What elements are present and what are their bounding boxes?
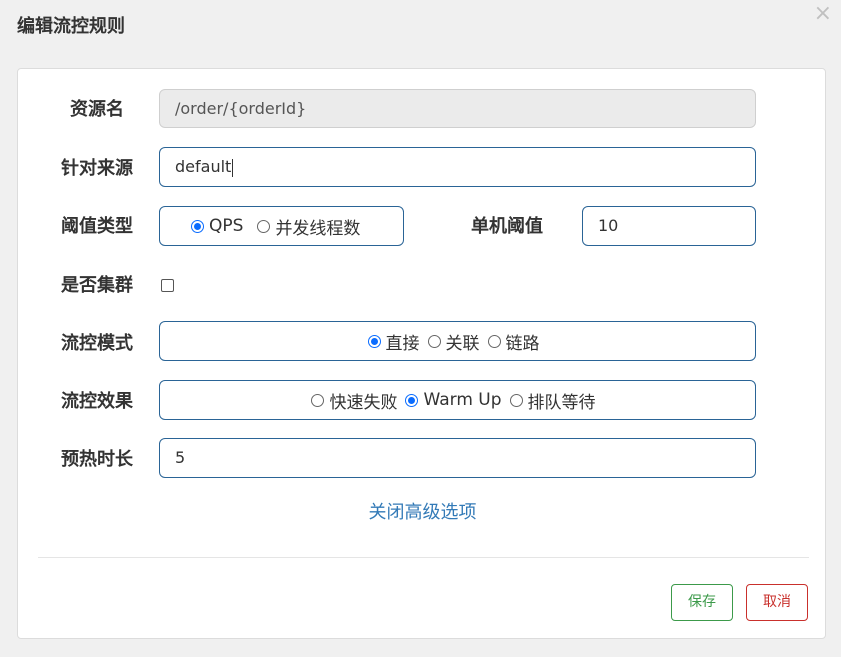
radio-concurrent-threads-label: 并发线程数	[275, 218, 361, 239]
radio-selected-icon	[191, 219, 204, 233]
resource-value: /order/{orderId}	[175, 99, 307, 118]
radio-unselected-icon	[509, 393, 523, 407]
radio-unselected-icon	[427, 334, 441, 348]
source-value: default	[175, 157, 232, 176]
cluster-label: 是否集群	[61, 275, 133, 296]
form-panel: 资源名 /order/{orderId} 针对来源 default 阈值类型 Q…	[17, 68, 826, 639]
source-input[interactable]: default	[159, 147, 756, 187]
threshold-type-label: 阈值类型	[61, 216, 133, 237]
single-threshold-input[interactable]: 10	[582, 206, 756, 246]
text-cursor	[232, 158, 234, 177]
flow-mode-group: 直接 关联 链路	[159, 321, 756, 361]
save-button[interactable]: 保存	[671, 584, 733, 621]
warmup-input[interactable]: 5	[159, 438, 756, 478]
radio-qps-label: QPS	[209, 216, 244, 236]
dialog-title: 编辑流控规则	[17, 16, 125, 37]
radio-qps[interactable]: QPS	[191, 216, 243, 236]
warmup-value: 5	[175, 448, 186, 467]
cancel-button[interactable]: 取消	[746, 584, 808, 621]
radio-unselected-icon	[487, 334, 501, 348]
flow-effect-group: 快速失败 Warm Up 排队等待	[159, 380, 756, 420]
close-advanced-options-link[interactable]: 关闭高级选项	[18, 498, 827, 524]
radio-queue[interactable]: 排队等待	[509, 388, 596, 413]
radio-direct[interactable]: 直接	[367, 329, 420, 354]
single-threshold-value: 10	[598, 216, 619, 235]
radio-queue-label: 排队等待	[527, 392, 596, 413]
single-threshold-label: 单机阈值	[471, 216, 543, 237]
divider	[38, 557, 809, 558]
radio-associated[interactable]: 关联	[427, 329, 480, 354]
warmup-label: 预热时长	[61, 449, 133, 470]
radio-direct-label: 直接	[385, 333, 420, 354]
radio-unselected-icon	[311, 393, 325, 407]
radio-concurrent-threads[interactable]: 并发线程数	[257, 214, 360, 239]
radio-warm-up-label: Warm Up	[423, 390, 502, 410]
close-icon[interactable]: ×	[814, 3, 832, 25]
radio-chain[interactable]: 链路	[487, 329, 540, 354]
radio-selected-icon	[405, 393, 419, 407]
radio-unselected-icon	[257, 219, 271, 233]
radio-fail-fast-label: 快速失败	[329, 392, 398, 413]
resource-input: /order/{orderId}	[159, 89, 756, 128]
threshold-type-group: QPS 并发线程数	[159, 206, 404, 246]
source-label: 针对来源	[61, 158, 133, 179]
radio-fail-fast[interactable]: 快速失败	[311, 388, 397, 413]
radio-associated-label: 关联	[445, 333, 480, 354]
flow-mode-label: 流控模式	[61, 333, 133, 354]
flow-effect-label: 流控效果	[61, 391, 133, 412]
radio-warm-up[interactable]: Warm Up	[405, 390, 502, 410]
radio-chain-label: 链路	[505, 333, 540, 354]
resource-label: 资源名	[70, 99, 124, 120]
cluster-checkbox[interactable]	[161, 279, 174, 292]
radio-selected-icon	[367, 334, 381, 348]
